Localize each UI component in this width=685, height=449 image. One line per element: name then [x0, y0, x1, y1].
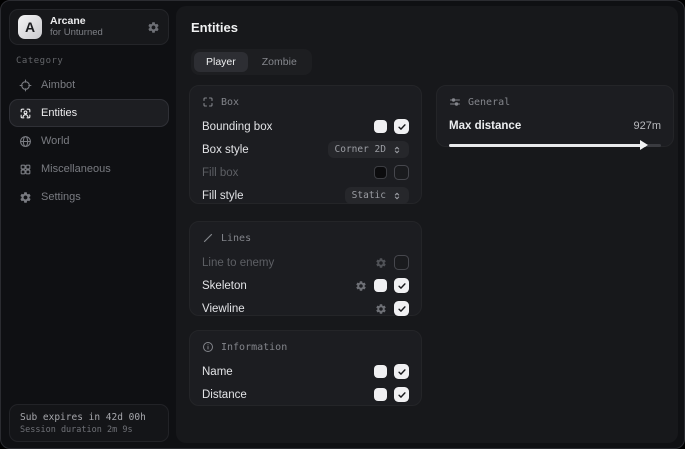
setting-label: Name [202, 366, 374, 378]
category-label: Category [16, 56, 63, 66]
color-swatch[interactable] [374, 166, 387, 179]
entity-scan-icon [19, 107, 32, 120]
diagonal-line-icon [202, 232, 214, 244]
gear-icon [19, 191, 32, 204]
sidebar: A Arcane for Unturned Category Aimbot En… [1, 1, 176, 448]
lines-section-card: Lines Line to enemy Skeleton Viewline [189, 221, 422, 316]
box-style-dropdown[interactable]: Corner 2D [328, 141, 409, 158]
setting-row-fill-style: Fill style Static [202, 185, 409, 206]
setting-row-bounding-box: Bounding box [202, 116, 409, 137]
checkbox-unchecked[interactable] [394, 165, 409, 180]
section-title: Information [221, 342, 287, 353]
max-distance-slider[interactable] [449, 144, 661, 147]
gear-icon[interactable] [355, 280, 367, 292]
gear-icon[interactable] [147, 21, 160, 34]
slider-fill [449, 144, 646, 147]
sidebar-item-label: Entities [41, 107, 77, 119]
setting-label: Line to enemy [202, 257, 375, 269]
chevron-up-down-icon [392, 145, 402, 155]
session-duration-text: Session duration 2m 9s [20, 425, 158, 435]
app-name: Arcane [50, 16, 139, 28]
app-logo: A [18, 15, 42, 39]
gear-icon[interactable] [375, 303, 387, 315]
color-swatch[interactable] [374, 388, 387, 401]
sidebar-item-label: Aimbot [41, 79, 75, 91]
setting-label: Fill style [202, 190, 345, 202]
setting-label: Box style [202, 144, 328, 156]
subscription-card: Sub expires in 42d 00h Session duration … [9, 404, 169, 442]
setting-row-name: Name [202, 361, 409, 382]
crosshair-icon [19, 79, 32, 92]
box-section-card: Box Bounding box Box style Corner 2D [189, 85, 422, 204]
information-section-card: Information Name Distance [189, 330, 422, 406]
checkbox-unchecked[interactable] [394, 255, 409, 270]
sidebar-item-label: Settings [41, 191, 81, 203]
slider-thumb[interactable] [640, 140, 648, 150]
gear-icon[interactable] [375, 257, 387, 269]
dropdown-value: Static [352, 190, 386, 201]
setting-row-fill-box: Fill box [202, 162, 409, 183]
grid-icon [19, 163, 32, 176]
tab-player[interactable]: Player [194, 52, 248, 72]
section-title: Lines [221, 233, 251, 244]
chevron-up-down-icon [392, 191, 402, 201]
sidebar-item-label: Miscellaneous [41, 163, 111, 175]
globe-icon [19, 135, 32, 148]
section-title: General [468, 97, 510, 108]
setting-label: Distance [202, 389, 374, 401]
color-swatch[interactable] [374, 279, 387, 292]
setting-label: Viewline [202, 303, 375, 315]
setting-label: Fill box [202, 167, 374, 179]
corners-icon [202, 96, 214, 108]
sidebar-nav: Aimbot Entities World Miscellaneous Sett… [9, 71, 169, 211]
checkbox-checked[interactable] [394, 119, 409, 134]
sidebar-item-miscellaneous[interactable]: Miscellaneous [9, 155, 169, 183]
app-window: A Arcane for Unturned Category Aimbot En… [0, 0, 685, 449]
tab-zombie[interactable]: Zombie [250, 52, 309, 72]
general-section-card: General Max distance 927m [436, 85, 674, 147]
setting-label: Skeleton [202, 280, 355, 292]
checkbox-checked[interactable] [394, 364, 409, 379]
setting-row-skeleton: Skeleton [202, 275, 409, 296]
app-subtitle: for Unturned [50, 28, 139, 38]
info-icon [202, 341, 214, 353]
page-title: Entities [191, 20, 663, 35]
sliders-icon [449, 96, 461, 108]
sidebar-item-settings[interactable]: Settings [9, 183, 169, 211]
setting-row-line-to-enemy: Line to enemy [202, 252, 409, 273]
sidebar-item-entities[interactable]: Entities [9, 99, 169, 127]
color-swatch[interactable] [374, 120, 387, 133]
setting-row-viewline: Viewline [202, 298, 409, 319]
fill-style-dropdown[interactable]: Static [345, 187, 409, 204]
sub-expiry-text: Sub expires in 42d 00h [20, 412, 158, 423]
section-title: Box [221, 97, 239, 108]
color-swatch[interactable] [374, 365, 387, 378]
main-panel: Entities Player Zombie Box Bounding box … [176, 6, 678, 443]
setting-label: Bounding box [202, 121, 374, 133]
dropdown-value: Corner 2D [335, 144, 386, 155]
sidebar-item-aimbot[interactable]: Aimbot [9, 71, 169, 99]
max-distance-label: Max distance [449, 120, 633, 132]
checkbox-checked[interactable] [394, 278, 409, 293]
max-distance-value: 927m [633, 120, 661, 132]
sidebar-item-world[interactable]: World [9, 127, 169, 155]
sidebar-item-label: World [41, 135, 70, 147]
setting-row-box-style: Box style Corner 2D [202, 139, 409, 160]
checkbox-checked[interactable] [394, 387, 409, 402]
setting-row-distance: Distance [202, 384, 409, 405]
app-header-card: A Arcane for Unturned [9, 9, 169, 45]
checkbox-checked[interactable] [394, 301, 409, 316]
tab-bar: Player Zombie [191, 49, 312, 75]
